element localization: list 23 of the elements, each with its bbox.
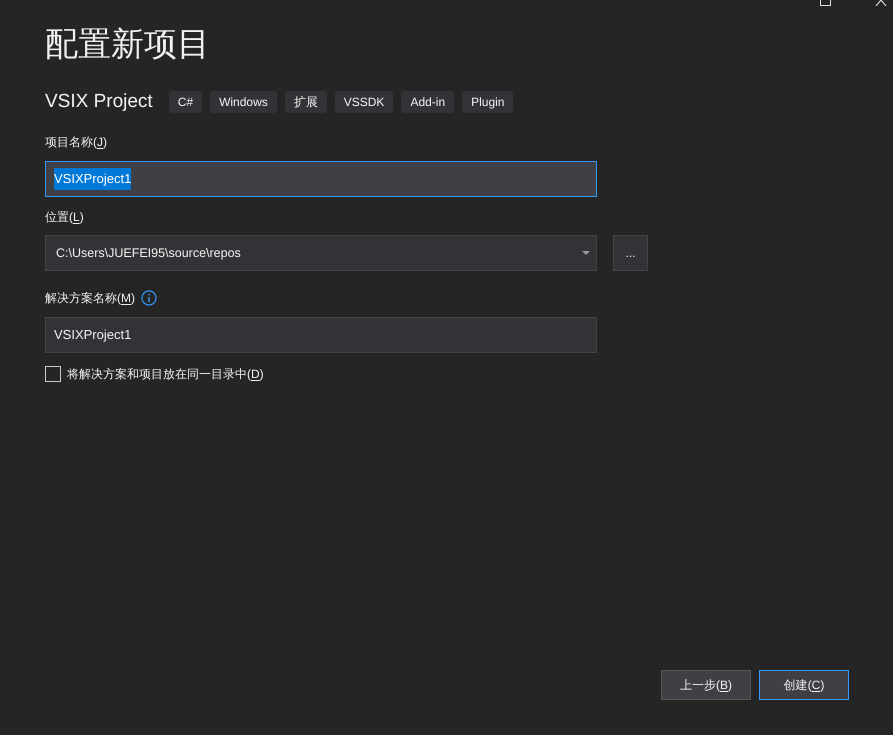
dialog-button[interactable]: 上一步(B) xyxy=(661,670,751,700)
tag: C# xyxy=(168,91,202,113)
text-input[interactable]: VSIXProject1 xyxy=(45,161,597,197)
page-title: 配置新项目 xyxy=(45,24,210,64)
tag: Add-in xyxy=(401,91,454,113)
checkbox[interactable] xyxy=(45,366,61,382)
field-label: 位置(L) xyxy=(45,209,84,226)
tag: VSSDK xyxy=(334,91,394,113)
field-label: 项目名称(J) xyxy=(45,134,107,151)
text-input[interactable]: VSIXProject1 xyxy=(45,317,597,353)
caret-icon xyxy=(582,251,590,255)
tag: 扩展 xyxy=(284,91,327,113)
browse-button[interactable]: ... xyxy=(613,235,648,271)
close-icon[interactable] xyxy=(875,0,887,6)
maximize-icon[interactable] xyxy=(820,0,831,6)
info-icon[interactable] xyxy=(141,290,157,306)
field-label: 解决方案名称(M) xyxy=(45,290,135,307)
checkbox-label: 将解决方案和项目放在同一目录中(D) xyxy=(67,366,264,383)
template-name: VSIX Project xyxy=(45,90,153,114)
location-dropdown[interactable]: C:\Users\JUEFEI95\source\repos xyxy=(45,235,597,271)
dialog-button[interactable]: 创建(C) xyxy=(759,670,849,700)
tag: Plugin xyxy=(462,91,514,113)
tag: Windows xyxy=(210,91,277,113)
